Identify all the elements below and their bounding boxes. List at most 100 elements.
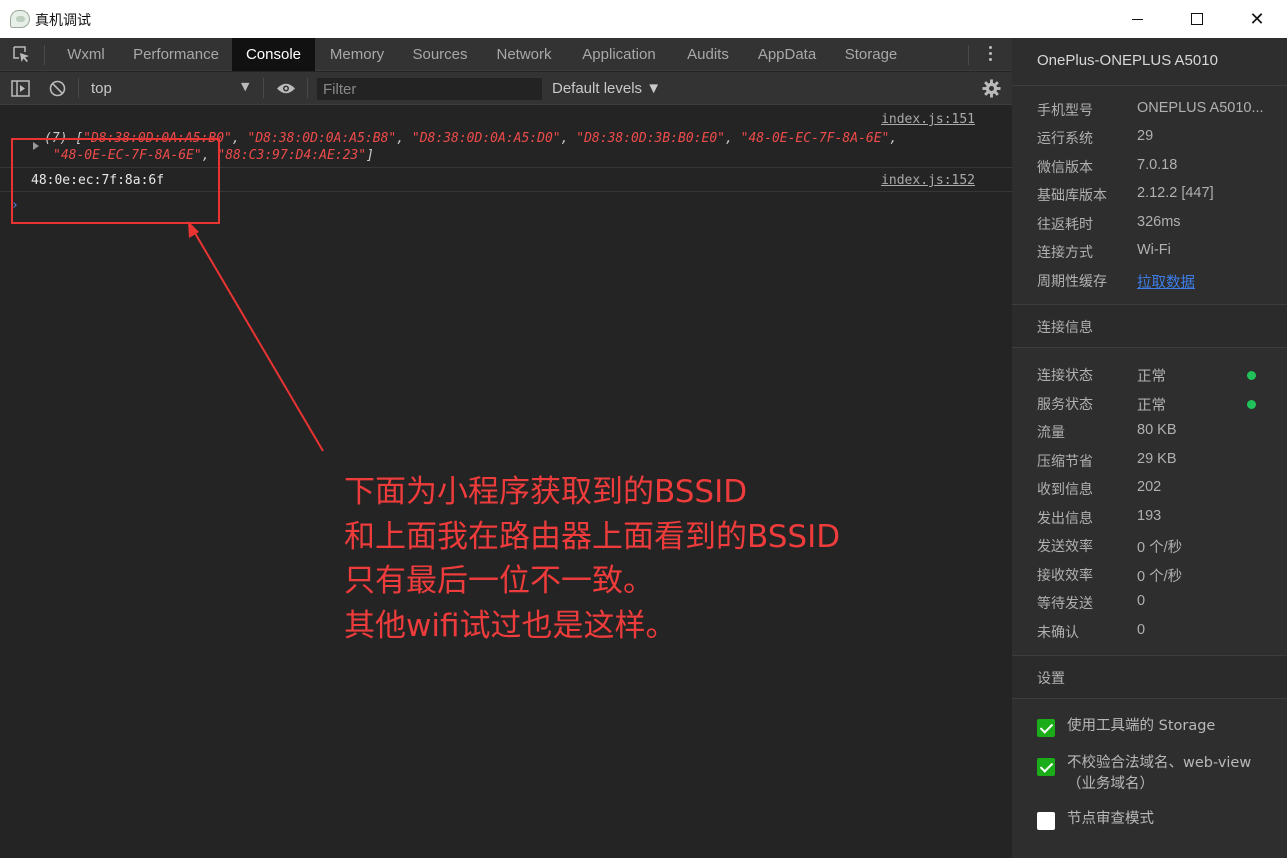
conn-value: 0 个/秒 (1137, 569, 1183, 585)
conn-key: 流量 (1037, 425, 1065, 441)
status-ok-dot (1247, 371, 1256, 380)
source-link[interactable]: index.js:152 (881, 173, 975, 188)
source-link[interactable]: index.js:151 (881, 112, 975, 127)
array-item: "D8:38:0D:3B:B0:E0" (576, 131, 725, 146)
tab-storage[interactable]: Storage (835, 38, 907, 71)
info-key: 往返耗时 (1037, 217, 1093, 233)
toolbar-separator (263, 78, 264, 98)
conn-key: 收到信息 (1037, 482, 1093, 498)
conn-value: 0 (1137, 622, 1146, 638)
filter-input[interactable] (317, 78, 542, 100)
fetch-data-link[interactable]: 拉取数据 (1137, 271, 1195, 292)
tab-audits[interactable]: Audits (677, 38, 739, 71)
conn-value: 193 (1137, 508, 1162, 524)
info-key: 运行系统 (1037, 131, 1093, 147)
conn-value: 正常 (1137, 369, 1166, 385)
section-connection-info: 连接信息 (1012, 304, 1287, 348)
context-select[interactable]: top (91, 80, 112, 97)
conn-key: 接收效率 (1037, 568, 1093, 584)
section-title: 连接信息 (1037, 320, 1093, 336)
setting-label: 节点审查模式 (1067, 811, 1154, 827)
conn-key: 服务状态 (1037, 397, 1093, 413)
conn-row-unacked: 未确认 0 (1012, 622, 1287, 650)
info-row-wechat-version: 微信版本 7.0.18 (1012, 157, 1287, 185)
tab-separator (968, 45, 969, 65)
annotation-line: 只有最后一位不一致。 (344, 563, 654, 599)
conn-key: 连接状态 (1037, 368, 1093, 384)
setting-label: 使用工具端的 Storage (1067, 718, 1216, 734)
conn-row-service: 服务状态 正常 (1012, 394, 1287, 422)
info-value: 7.0.18 (1137, 157, 1178, 173)
devtools-tabbar: Wxml Performance Console Memory Sources … (0, 38, 1012, 71)
conn-row-recv-rate: 接收效率 0 个/秒 (1012, 565, 1287, 593)
clear-console-icon[interactable] (49, 80, 66, 97)
conn-key: 等待发送 (1037, 596, 1093, 612)
log-levels-dropdown[interactable]: Default levels ▼ (552, 80, 661, 97)
info-row-model: 手机型号 ONEPLUS A5010... (1012, 100, 1287, 128)
checkbox-checked[interactable] (1037, 719, 1055, 737)
context-dropdown-icon[interactable]: ▼ (241, 80, 249, 93)
minimize-button[interactable] (1107, 0, 1167, 38)
info-key: 连接方式 (1037, 245, 1093, 261)
array-item: "D8:38:0D:0A:A5:B8" (247, 131, 397, 146)
show-sidebar-icon[interactable] (11, 80, 30, 97)
conn-row-status: 连接状态 正常 (1012, 365, 1287, 393)
annotation-line: 和上面我在路由器上面看到的BSSID (344, 518, 841, 555)
checkbox-unchecked[interactable] (1037, 812, 1055, 830)
window-title: 真机调试 (35, 13, 91, 29)
conn-row-compression: 压缩节省 29 KB (1012, 451, 1287, 479)
conn-value: 202 (1137, 479, 1162, 495)
toolbar-separator (307, 78, 308, 98)
info-key: 手机型号 (1037, 103, 1093, 119)
conn-key: 发送效率 (1037, 539, 1093, 555)
conn-row-pending: 等待发送 0 (1012, 593, 1287, 621)
conn-key: 发出信息 (1037, 511, 1093, 527)
conn-value: 正常 (1137, 398, 1166, 414)
conn-value: 0 个/秒 (1137, 540, 1183, 556)
annotation-highlight-box (11, 138, 220, 224)
info-row-connection: 连接方式 Wi-Fi (1012, 242, 1287, 270)
tab-network[interactable]: Network (485, 38, 563, 71)
tab-application[interactable]: Application (573, 38, 665, 71)
more-options-icon[interactable] (988, 46, 994, 64)
array-item: "48-0E-EC-7F-8A-6E" (740, 131, 890, 146)
conn-key: 未确认 (1037, 625, 1079, 641)
info-key: 周期性缓存 (1037, 274, 1107, 290)
inspect-element-icon[interactable] (13, 46, 30, 63)
conn-value: 29 KB (1137, 451, 1177, 467)
device-name: OnePlus-ONEPLUS A5010 (1037, 52, 1218, 69)
settings-gear-icon[interactable] (982, 79, 1001, 98)
info-value: Wi-Fi (1137, 242, 1171, 258)
info-row-os: 运行系统 29 (1012, 128, 1287, 156)
tab-console[interactable]: Console (232, 38, 315, 71)
info-value: 2.12.2 [447] (1137, 185, 1214, 201)
conn-row-received: 收到信息 202 (1012, 479, 1287, 507)
maximize-button[interactable] (1167, 0, 1227, 38)
wechat-devtools-icon (10, 10, 30, 28)
info-value: 326ms (1137, 214, 1181, 230)
info-value: ONEPLUS A5010... (1137, 100, 1264, 116)
toolbar-separator (78, 78, 79, 98)
tab-performance[interactable]: Performance (124, 38, 228, 71)
annotation-text: 下面为小程序获取到的BSSID 和上面我在路由器上面看到的BSSID 只有最后一… (344, 470, 840, 648)
live-expression-eye-icon[interactable] (276, 82, 296, 95)
tab-wxml[interactable]: Wxml (55, 38, 117, 71)
tab-memory[interactable]: Memory (319, 38, 395, 71)
window-titlebar: 真机调试 ✕ (0, 0, 1287, 38)
info-row-lib-version: 基础库版本 2.12.2 [447] (1012, 185, 1287, 213)
annotation-line: 其他wifi试过也是这样。 (344, 607, 677, 644)
array-item: "D8:38:0D:0A:A5:D0" (411, 131, 561, 146)
conn-key: 压缩节省 (1037, 454, 1093, 470)
console-toolbar: top ▼ Default levels ▼ (0, 72, 1012, 105)
setting-label: 不校验合法域名、web-view（业务域名） (1067, 755, 1252, 792)
info-row-cache: 周期性缓存 拉取数据 (1012, 271, 1287, 299)
close-button[interactable]: ✕ (1227, 0, 1287, 38)
annotation-line: 下面为小程序获取到的BSSID (344, 474, 748, 510)
conn-row-sent: 发出信息 193 (1012, 508, 1287, 536)
tab-sources[interactable]: Sources (404, 38, 476, 71)
section-settings: 设置 (1012, 655, 1287, 699)
checkbox-checked[interactable] (1037, 758, 1055, 776)
tab-appdata[interactable]: AppData (749, 38, 825, 71)
info-value: 29 (1137, 128, 1154, 144)
info-key: 基础库版本 (1037, 188, 1107, 204)
